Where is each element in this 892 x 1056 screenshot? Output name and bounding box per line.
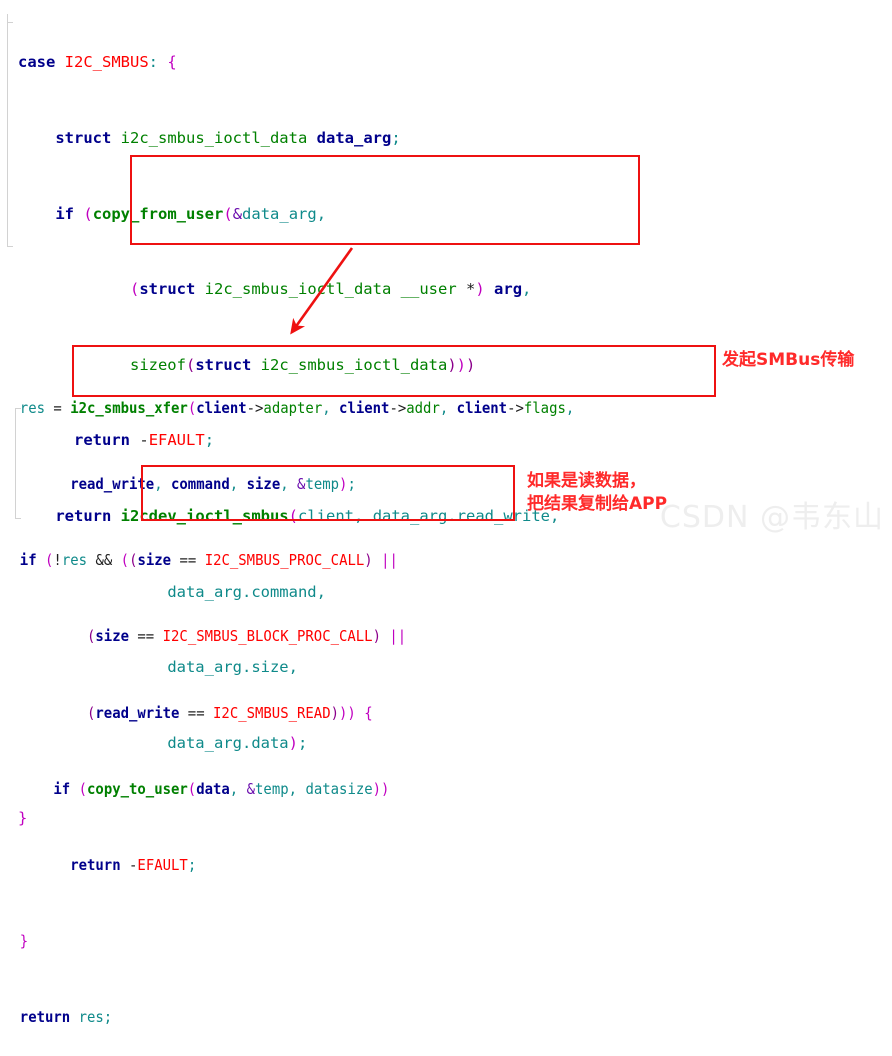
code-line: return -EFAULT; (70, 856, 197, 875)
code-fold-tick-top-start (7, 22, 13, 23)
code-line: if (copy_to_user(data, &temp, datasize)) (53, 779, 390, 798)
code-fold-guide-bottom (15, 408, 16, 518)
code-line: (read_write == I2C_SMBUS_READ))) { (86, 703, 373, 722)
code-fold-tick-top-end (7, 246, 13, 247)
annotation-note-copy-to-app: 如果是读数据， 把结果复制给APP (527, 471, 668, 514)
code-snippet-bottom: res = i2c_smbus_xfer(client->adapter, cl… (0, 345, 574, 1056)
code-line: read_write, command, size, &temp); (70, 475, 356, 494)
code-fold-tick-bottom-start (15, 408, 21, 409)
code-line: struct i2c_smbus_ioctl_data data_arg; (55, 129, 401, 147)
code-line: (size == I2C_SMBUS_BLOCK_PROC_CALL) || (86, 627, 407, 646)
annotation-note-smbus-transfer: 发起SMBus传输 (722, 350, 855, 370)
code-fold-tick-bottom-end (15, 518, 21, 519)
flow-arrow-icon (290, 247, 354, 335)
csdn-watermark: CSDN @韦东山 (659, 500, 884, 535)
code-line: return res; (19, 1008, 113, 1027)
code-line: if (copy_from_user(&data_arg, (55, 204, 327, 223)
code-line: res = i2c_smbus_xfer(client->adapter, cl… (19, 398, 575, 417)
code-fold-guide-top (7, 14, 8, 246)
code-line: } (19, 932, 29, 951)
code-line: case I2C_SMBUS: { (18, 53, 177, 72)
